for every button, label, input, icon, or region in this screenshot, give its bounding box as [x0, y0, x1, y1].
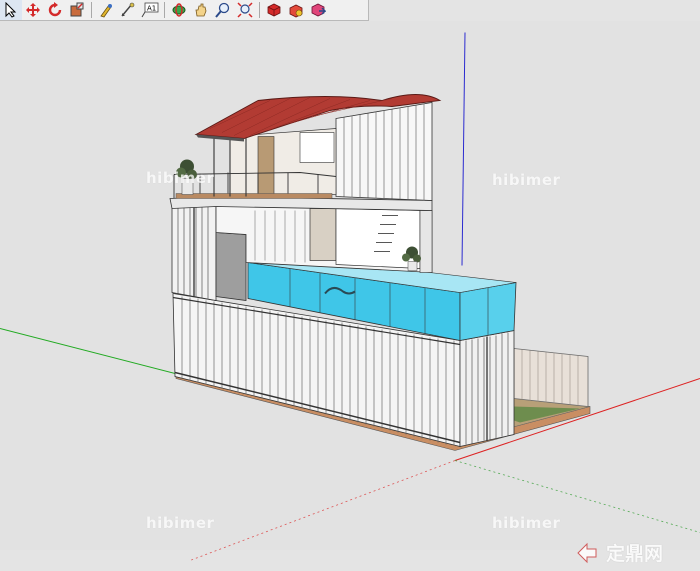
components-icon	[267, 3, 281, 17]
blue-axis	[461, 32, 466, 266]
middle-level-window	[309, 208, 337, 261]
toolbar-separator	[259, 2, 260, 18]
share-model-button[interactable]	[307, 0, 329, 20]
select-tool-button[interactable]	[0, 0, 22, 20]
text-icon: A1	[141, 2, 159, 18]
scale-tool-button[interactable]	[66, 0, 88, 20]
paint-bucket-button[interactable]	[95, 0, 117, 20]
rotate-icon	[48, 2, 62, 17]
watermark-top-right: hibimer	[492, 171, 561, 189]
warehouse-button[interactable]	[285, 0, 307, 20]
tape-measure-button[interactable]	[117, 0, 139, 20]
container-door-bars	[465, 332, 509, 445]
move-tool-button[interactable]	[22, 0, 44, 20]
entry-wall	[215, 232, 247, 301]
sketchup-window: hibimer hibimer hibimer hibimer 定鼎网 A1	[0, 0, 700, 565]
paint-bucket-icon	[100, 4, 112, 18]
brand-logo-icon	[577, 542, 597, 563]
top-room-door	[257, 136, 275, 195]
zoom-tool-button[interactable]	[212, 0, 234, 20]
yard-fence	[513, 348, 589, 407]
svg-text:A1: A1	[147, 5, 156, 13]
model-viewport[interactable]: hibimer hibimer hibimer hibimer 定鼎网	[0, 21, 700, 565]
watermark-bottom-left: hibimer	[146, 514, 215, 532]
site-brand-watermark: 定鼎网	[576, 539, 663, 566]
text-tool-button[interactable]: A1	[139, 0, 161, 20]
scale-icon	[70, 2, 84, 17]
zoom-icon	[215, 2, 230, 18]
main-toolbar: A1	[0, 0, 369, 21]
orbit-tool-button[interactable]	[168, 0, 190, 20]
zoom-extents-icon	[237, 2, 253, 18]
watermark-top-left: hibimer	[146, 169, 215, 187]
arrow-icon	[5, 2, 17, 18]
toolbar-separator	[91, 2, 92, 18]
container-house-model[interactable]	[0, 21, 700, 571]
terrace-floor	[175, 193, 333, 199]
right-container-column	[419, 210, 433, 273]
tape-measure-icon	[121, 2, 135, 17]
top-room-window	[299, 132, 335, 163]
move-icon	[26, 3, 40, 17]
zoom-extents-button[interactable]	[234, 0, 256, 20]
watermark-bottom-center: hibimer	[492, 514, 561, 532]
rotate-tool-button[interactable]	[44, 0, 66, 20]
red-axis-dotted	[189, 460, 456, 561]
components-button[interactable]	[263, 0, 285, 20]
toolbar-separator	[164, 2, 165, 18]
warehouse-icon	[289, 4, 303, 18]
hand-icon	[195, 3, 207, 17]
orbit-icon	[172, 3, 186, 17]
share-icon	[311, 3, 326, 17]
brand-site-name: 定鼎网	[606, 543, 664, 565]
pan-tool-button[interactable]	[190, 0, 212, 20]
